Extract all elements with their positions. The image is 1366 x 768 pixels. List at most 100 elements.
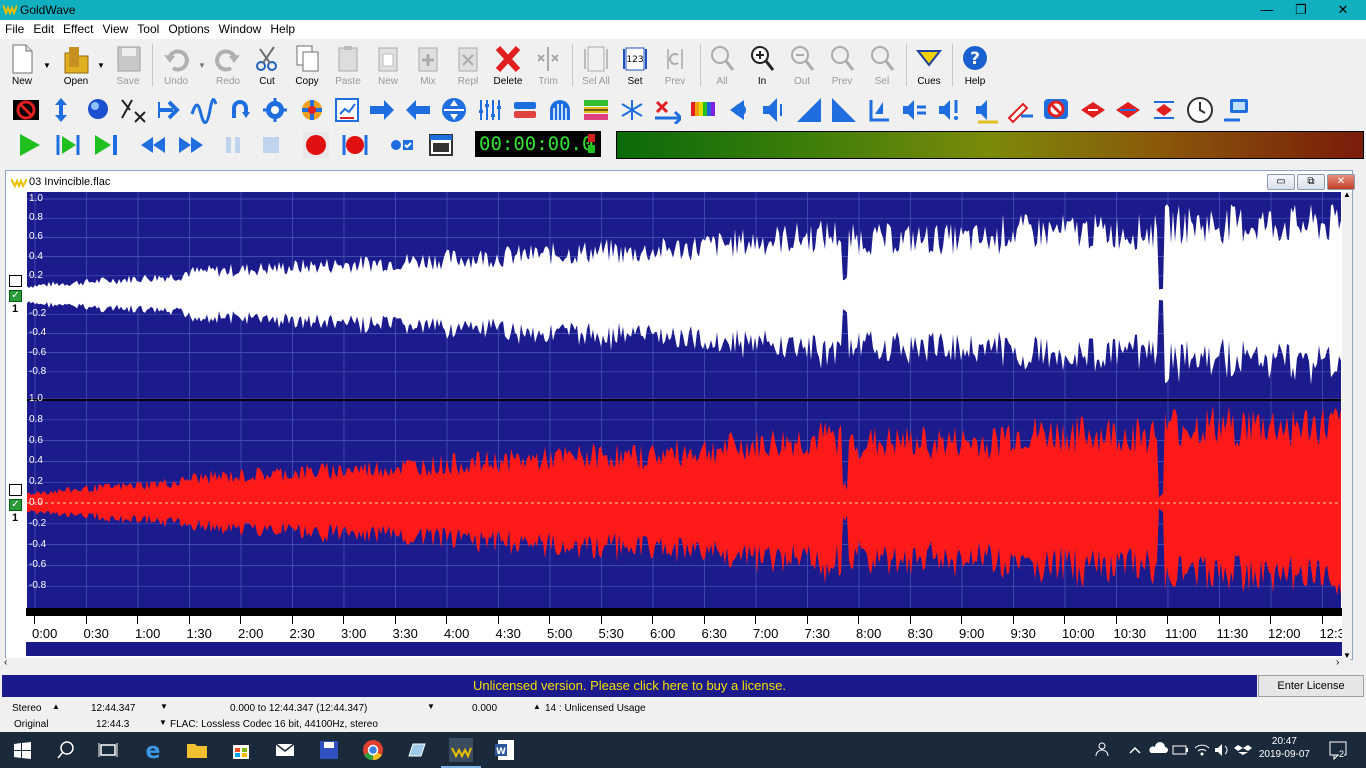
license-banner[interactable]: Unlicensed version. Please click here to… — [2, 675, 1257, 697]
resonant-bars-icon[interactable] — [546, 96, 574, 124]
marker-right-icon[interactable] — [1114, 96, 1142, 124]
marker-left-icon[interactable] — [1079, 96, 1107, 124]
document-close-button[interactable]: ✕ — [1327, 174, 1355, 190]
paste-new-button[interactable]: New — [368, 41, 408, 89]
spectrum-colors-icon[interactable] — [298, 96, 326, 124]
battery-button[interactable] — [1170, 736, 1190, 764]
volume-max-icon[interactable] — [937, 96, 965, 124]
new-dropdown-icon[interactable]: ▼ — [43, 61, 51, 70]
insert-cue-icon[interactable] — [1007, 96, 1035, 124]
goldwave-taskbar-button[interactable] — [447, 736, 475, 764]
timeline-ruler[interactable]: 0:00 0:30 1:00 1:30 2:00 2:30 3:00 3:30 4:00 4:30… — [26, 608, 1345, 642]
system-clock[interactable]: 20:47 2019-09-07 — [1259, 735, 1310, 761]
edge-button[interactable]: e — [139, 736, 167, 764]
clock-icon[interactable] — [1186, 96, 1214, 124]
file-explorer-button[interactable] — [183, 736, 211, 764]
rewind-icon[interactable] — [139, 131, 167, 159]
waveform-display[interactable] — [27, 192, 1341, 608]
echo-icon[interactable] — [155, 96, 183, 124]
menu-window[interactable]: Window — [214, 20, 266, 36]
control-window-icon[interactable] — [427, 131, 455, 159]
start-button[interactable] — [8, 736, 36, 764]
cues-button[interactable]: Cues — [909, 41, 949, 89]
fast-forward-icon[interactable] — [177, 131, 205, 159]
filter-gear-icon[interactable] — [261, 96, 289, 124]
open-button[interactable]: Open — [56, 41, 96, 89]
menu-help[interactable]: Help — [265, 20, 299, 36]
menu-file[interactable]: File — [0, 20, 28, 36]
chrome-button[interactable] — [359, 736, 387, 764]
compressor-icon[interactable] — [47, 96, 75, 124]
volume-match-icon[interactable] — [901, 96, 929, 124]
select-all-button[interactable]: Sel All — [576, 41, 616, 89]
device-controls-icon[interactable] — [388, 131, 416, 159]
undo-dropdown-icon[interactable]: ▼ — [198, 61, 206, 70]
trim-button[interactable]: Trim — [528, 41, 568, 89]
mix-button[interactable]: Mix — [408, 41, 448, 89]
enter-license-button[interactable]: Enter License — [1258, 675, 1364, 697]
no-entry-icon[interactable] — [1042, 96, 1070, 124]
store-button[interactable] — [227, 736, 255, 764]
overview-bar[interactable] — [26, 642, 1342, 656]
open-dropdown-icon[interactable]: ▼ — [97, 61, 105, 70]
scroll-left-icon[interactable]: ‹ — [4, 657, 7, 668]
cd-reader-icon[interactable] — [1222, 96, 1250, 124]
forward-arrow-icon[interactable] — [368, 96, 396, 124]
onedrive-button[interactable] — [1148, 736, 1168, 764]
pitch-chart-icon[interactable] — [333, 96, 361, 124]
stop-icon[interactable] — [257, 131, 285, 159]
play-icon[interactable] — [15, 131, 43, 159]
volume-shape-icon[interactable] — [440, 96, 468, 124]
stereo-split-icon[interactable] — [618, 96, 646, 124]
paste-button[interactable]: Paste — [328, 41, 368, 89]
fade-down-icon[interactable] — [830, 96, 858, 124]
menu-effect[interactable]: Effect — [58, 20, 97, 36]
noise-reduction-icon[interactable] — [511, 96, 539, 124]
mixer-sliders-icon[interactable] — [476, 96, 504, 124]
document-restore-button[interactable]: ⧉ — [1297, 174, 1325, 190]
menu-edit[interactable]: Edit — [28, 20, 58, 36]
action-center-button[interactable]: 2 — [1326, 736, 1352, 764]
record-icon[interactable] — [302, 131, 330, 159]
menu-options[interactable]: Options — [163, 20, 213, 36]
set-selection-button[interactable]: 123 Set — [615, 41, 655, 89]
spectrum-bar-icon[interactable] — [689, 96, 717, 124]
redo-button[interactable]: Redo — [208, 41, 248, 89]
zoom-in-button[interactable]: In — [742, 41, 782, 89]
silence-remove-icon[interactable] — [653, 96, 681, 124]
channel-mode-arrow-icon[interactable]: ▲ — [52, 702, 60, 711]
previous-selection-button[interactable]: Prev — [655, 41, 695, 89]
time-warp-icon[interactable] — [1150, 96, 1178, 124]
undo-button[interactable]: Undo — [156, 41, 196, 89]
selection-dropdown-icon[interactable]: ▼ — [427, 702, 435, 711]
people-button[interactable] — [1092, 736, 1112, 764]
fade-up-icon[interactable] — [795, 96, 823, 124]
right-channel-checkbox[interactable]: ✓ — [9, 499, 22, 511]
record-selection-icon[interactable] — [341, 131, 369, 159]
save-button[interactable]: Save — [108, 41, 148, 89]
left-channel-checkbox[interactable]: ✓ — [9, 290, 22, 302]
show-hidden-icons-button[interactable] — [1126, 736, 1144, 764]
zoom-all-button[interactable]: All — [702, 41, 742, 89]
reverse-arrow-icon[interactable] — [404, 96, 432, 124]
close-button[interactable]: ✕ — [1323, 0, 1363, 20]
right-channel-selector[interactable] — [9, 484, 22, 496]
horizontal-scrollbar[interactable]: ‹ › — [0, 657, 1350, 670]
volume-shaper-icon[interactable] — [972, 96, 1000, 124]
zoom-selection-button[interactable]: Sel — [862, 41, 902, 89]
vertical-scrollbar[interactable]: ▲ ▼ — [1342, 190, 1352, 660]
position-arrow-icon[interactable]: ▲ — [533, 702, 541, 711]
help-button[interactable]: ? Help — [955, 41, 995, 89]
play-selection-icon[interactable] — [54, 131, 82, 159]
scroll-up-icon[interactable]: ▲ — [1343, 190, 1351, 199]
equalizer-wave-icon[interactable] — [190, 96, 218, 124]
cut-button[interactable]: Cut — [247, 41, 287, 89]
dropbox-button[interactable] — [1233, 736, 1253, 764]
fade-in-icon[interactable] — [724, 96, 752, 124]
document-minimize-button[interactable]: ▭ — [1267, 174, 1295, 190]
format-dropdown-icon[interactable]: ▼ — [159, 718, 167, 727]
search-button[interactable] — [52, 736, 80, 764]
maximize-button[interactable]: ❐ — [1281, 0, 1321, 20]
word-button[interactable]: W — [491, 736, 519, 764]
dynamics-icon[interactable] — [119, 96, 147, 124]
